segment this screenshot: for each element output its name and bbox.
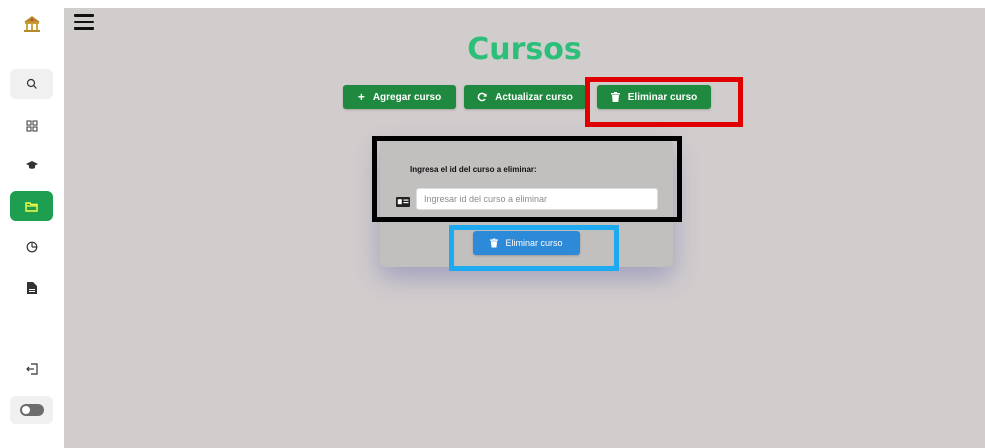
page-title: Cursos	[467, 32, 582, 67]
add-course-button[interactable]: + Agregar curso	[343, 85, 456, 109]
add-course-label: Agregar curso	[372, 91, 442, 103]
sidebar-item-dashboard[interactable]	[10, 111, 53, 141]
folder-icon	[25, 201, 38, 212]
sidebar	[0, 0, 64, 448]
highlight-box-black	[372, 136, 682, 222]
grid-icon	[26, 120, 38, 132]
sidebar-item-logout[interactable]	[10, 354, 53, 384]
file-icon	[26, 282, 37, 294]
sidebar-item-courses[interactable]	[10, 191, 53, 221]
sidebar-item-graduation[interactable]	[10, 150, 53, 180]
toggle-icon	[19, 404, 44, 416]
sidebar-item-search[interactable]	[10, 69, 53, 99]
update-course-label: Actualizar curso	[495, 91, 573, 103]
pie-chart-icon	[26, 241, 38, 253]
highlight-box-cyan	[449, 225, 619, 271]
university-building-icon[interactable]	[22, 14, 42, 34]
sidebar-item-reports[interactable]	[10, 232, 53, 262]
search-icon	[26, 78, 38, 90]
graduation-cap-icon	[25, 159, 38, 171]
plus-icon: +	[357, 90, 365, 104]
refresh-icon	[477, 92, 487, 102]
hamburger-icon[interactable]	[74, 14, 94, 30]
sidebar-item-documents[interactable]	[10, 273, 53, 303]
highlight-box-red	[585, 77, 743, 127]
logout-icon	[25, 363, 38, 375]
theme-toggle[interactable]	[10, 396, 53, 424]
update-course-button[interactable]: Actualizar curso	[464, 85, 586, 109]
